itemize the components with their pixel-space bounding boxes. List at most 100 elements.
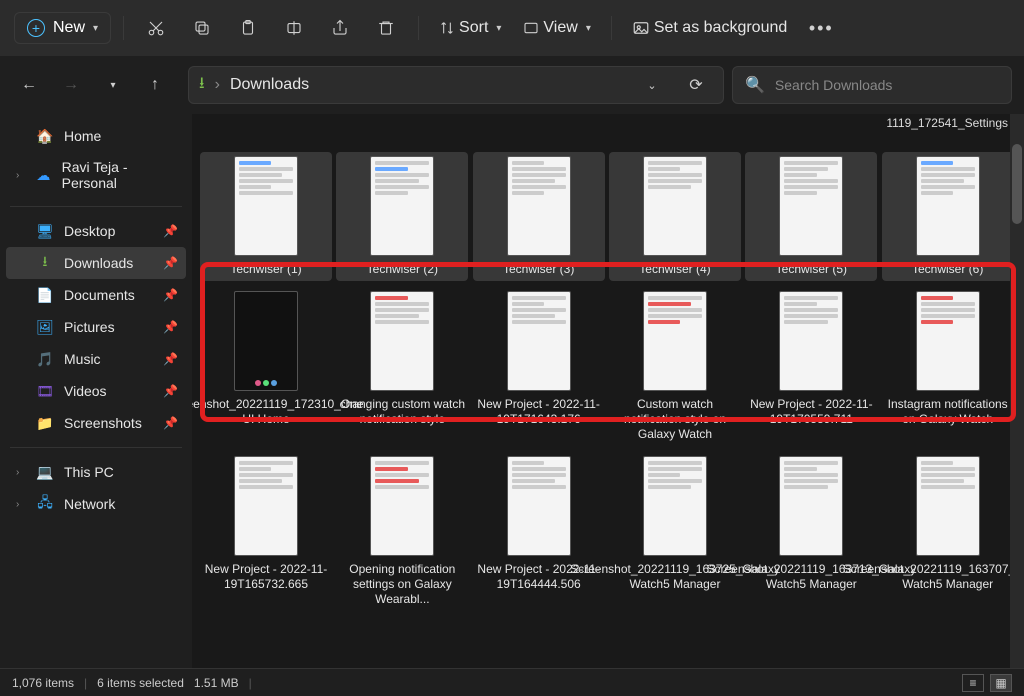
pictures-icon: 🖼 <box>36 318 54 336</box>
thumbnail <box>234 156 298 256</box>
sidebar-item-screenshots[interactable]: 📁 Screenshots 📌 <box>6 407 186 439</box>
forward-button[interactable]: → <box>54 68 88 102</box>
search-box[interactable]: 🔍 <box>732 66 1012 104</box>
sidebar-item-this-pc[interactable]: ›💻 This PC <box>6 456 186 488</box>
scroll-thumb[interactable] <box>1012 144 1022 224</box>
desktop-icon: 🖥 <box>36 222 54 240</box>
thumbnail <box>370 456 434 556</box>
details-view-button[interactable]: ≡ <box>962 674 984 692</box>
thumbnail <box>370 156 434 256</box>
set-bg-label: Set as background <box>654 19 787 37</box>
music-icon: 🎵 <box>36 350 54 368</box>
refresh-button[interactable]: ⟳ <box>679 68 713 102</box>
pin-icon: 📌 <box>163 288 178 302</box>
sidebar-label: Music <box>64 351 101 367</box>
thumbnail <box>916 291 980 391</box>
file-item[interactable]: Opening notification settings on Galaxy … <box>336 452 468 611</box>
sort-label: Sort <box>459 19 488 37</box>
sidebar-item-pictures[interactable]: 🖼 Pictures 📌 <box>6 311 186 343</box>
file-name: Instagram notifications on Galaxy Watch <box>884 397 1012 427</box>
file-item[interactable]: New Project - 2022-11-19T170559.711 <box>745 287 877 446</box>
file-name: Custom watch notification style on Galax… <box>611 397 739 442</box>
downloads-icon: ⭳ <box>199 72 205 99</box>
view-label: View <box>543 19 577 37</box>
share-button[interactable] <box>320 10 360 46</box>
cut-button[interactable] <box>136 10 176 46</box>
command-bar: + New ▾ Sort ▾ View ▾ Set as background … <box>0 0 1024 56</box>
selected-count: 6 items selected <box>97 676 184 690</box>
sidebar-item-home[interactable]: 🏠 Home <box>6 120 186 152</box>
thumbnails-view-button[interactable]: ▦ <box>990 674 1012 692</box>
file-item[interactable]: Custom watch notification style on Galax… <box>609 287 741 446</box>
set-background-button[interactable]: Set as background <box>624 15 795 41</box>
sidebar-item-documents[interactable]: 📄 Documents 📌 <box>6 279 186 311</box>
file-item[interactable]: New Project - 2022-11-19T171643.176 <box>473 287 605 446</box>
file-item[interactable]: Techwiser (2) <box>336 152 468 281</box>
more-button[interactable]: ••• <box>801 10 841 46</box>
folder-icon: 📁 <box>36 414 54 432</box>
documents-icon: 📄 <box>36 286 54 304</box>
partial-filename: 1119_172541_Settings <box>886 116 1008 130</box>
file-item[interactable]: New Project - 2022-11-19T165732.665 <box>200 452 332 611</box>
file-item[interactable]: Techwiser (6) <box>882 152 1014 281</box>
thumbnail <box>916 456 980 556</box>
file-name: Techwiser (2) <box>367 262 438 277</box>
delete-button[interactable] <box>366 10 406 46</box>
rename-button[interactable] <box>274 10 314 46</box>
thumbnail <box>507 156 571 256</box>
sidebar-item-music[interactable]: 🎵 Music 📌 <box>6 343 186 375</box>
expand-icon[interactable]: › <box>16 467 26 478</box>
recent-button[interactable]: ▾ <box>96 68 130 102</box>
breadcrumb[interactable]: Downloads <box>230 76 309 94</box>
sidebar-item-network[interactable]: › 🖧 Network <box>6 488 186 520</box>
sidebar-label: Downloads <box>64 255 133 271</box>
sort-button[interactable]: Sort ▾ <box>431 15 509 41</box>
file-item[interactable]: Techwiser (4) <box>609 152 741 281</box>
file-item[interactable]: Screenshot_20221119_172310_One UI Home <box>200 287 332 446</box>
expand-icon[interactable]: › <box>16 170 25 181</box>
pin-icon: 📌 <box>163 320 178 334</box>
file-item[interactable]: changing custom watch notification style <box>336 287 468 446</box>
sidebar-item-onedrive[interactable]: ›☁ Ravi Teja - Personal <box>6 152 186 198</box>
pin-icon: 📌 <box>163 416 178 430</box>
file-item[interactable]: Instagram notifications on Galaxy Watch <box>882 287 1014 446</box>
address-bar[interactable]: ⭳ › Downloads ⌄ ⟳ <box>188 66 724 104</box>
paste-button[interactable] <box>228 10 268 46</box>
up-button[interactable]: ↑ <box>138 68 172 102</box>
separator <box>123 16 124 40</box>
file-item[interactable]: Techwiser (3) <box>473 152 605 281</box>
file-name: Techwiser (3) <box>503 262 574 277</box>
file-item[interactable]: Techwiser (5) <box>745 152 877 281</box>
file-name: Techwiser (5) <box>776 262 847 277</box>
sidebar: 🏠 Home ›☁ Ravi Teja - Personal 🖥 Desktop… <box>0 114 192 668</box>
file-name: Techwiser (4) <box>639 262 710 277</box>
sidebar-item-desktop[interactable]: 🖥 Desktop 📌 <box>6 215 186 247</box>
file-name: Techwiser (1) <box>230 262 301 277</box>
network-icon: 🖧 <box>36 495 54 513</box>
copy-button[interactable] <box>182 10 222 46</box>
divider <box>10 447 182 448</box>
history-chevron[interactable]: ⌄ <box>635 68 669 102</box>
chevron-right-icon: › <box>215 76 220 94</box>
sidebar-label: Network <box>64 496 115 512</box>
expand-icon[interactable]: › <box>16 499 26 510</box>
file-name: New Project - 2022-11-19T165732.665 <box>202 562 330 592</box>
sidebar-label: Videos <box>64 383 107 399</box>
selected-size: 1.51 MB <box>194 676 239 690</box>
divider <box>10 206 182 207</box>
home-icon: 🏠 <box>36 127 54 145</box>
file-item[interactable]: Screenshot_20221119_163707_Galaxy Watch5… <box>882 452 1014 611</box>
search-input[interactable] <box>775 77 999 93</box>
back-button[interactable]: ← <box>12 68 46 102</box>
thumbnail <box>234 291 298 391</box>
thumbnail <box>643 456 707 556</box>
file-item[interactable]: Techwiser (1) <box>200 152 332 281</box>
downloads-icon: ⭳ <box>36 254 54 272</box>
sidebar-label: Pictures <box>64 319 115 335</box>
scrollbar[interactable] <box>1010 114 1024 668</box>
sidebar-item-downloads[interactable]: ⭳ Downloads 📌 <box>6 247 186 279</box>
sidebar-item-videos[interactable]: 🎞 Videos 📌 <box>6 375 186 407</box>
new-button[interactable]: + New ▾ <box>14 12 111 44</box>
sidebar-label: This PC <box>64 464 114 480</box>
view-button[interactable]: View ▾ <box>515 15 598 41</box>
